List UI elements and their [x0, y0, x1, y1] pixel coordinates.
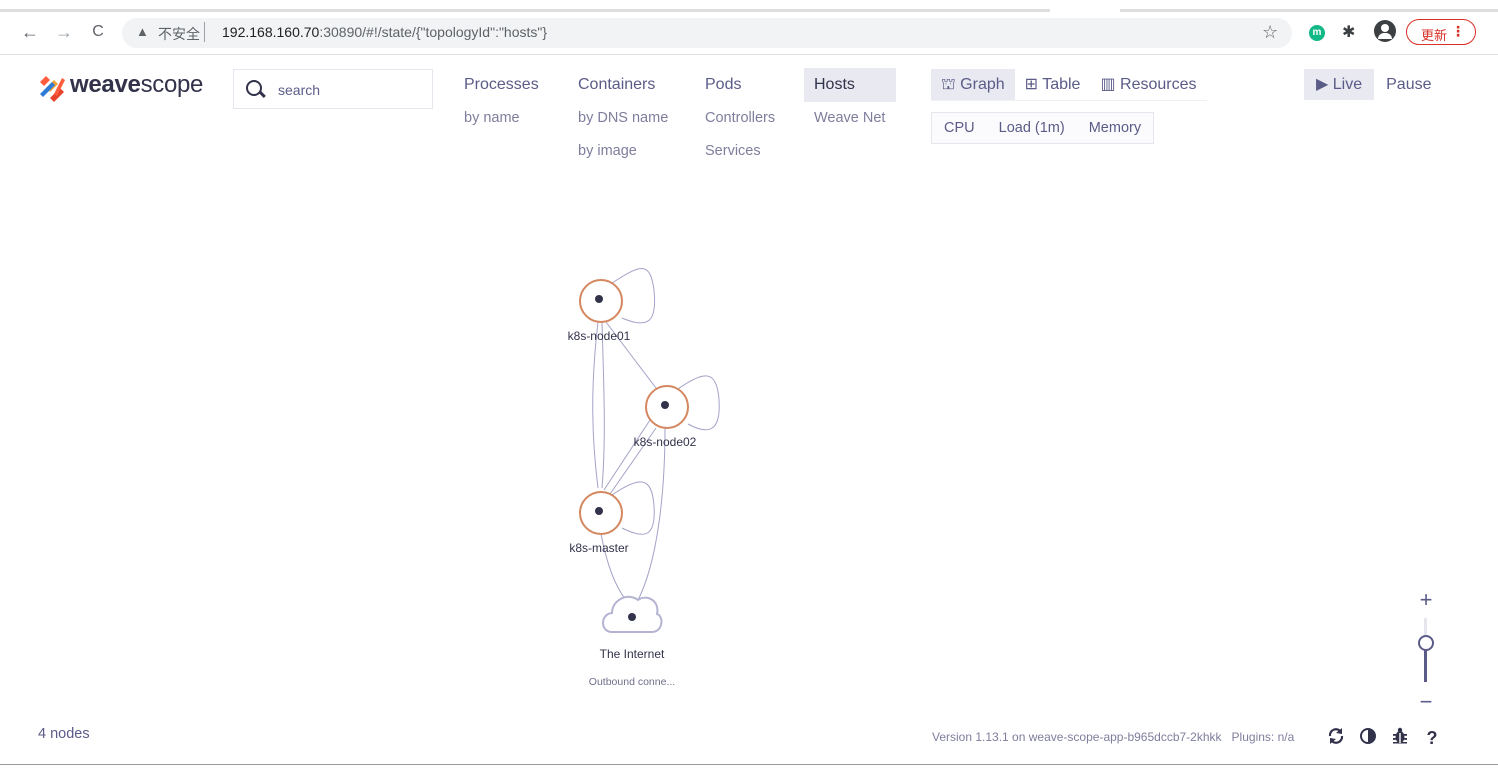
tab-pods[interactable]: Pods: [695, 68, 785, 102]
node-sublabel-the-internet: Outbound conne...: [588, 676, 676, 688]
weavescope-logo: weavescope: [38, 70, 218, 102]
view-mode-table-label: Table: [1042, 76, 1081, 93]
logo-text-bold: weave: [70, 71, 141, 98]
node-label-k8s-node01: k8s-node01: [567, 329, 631, 343]
update-label: 更新: [1421, 28, 1448, 43]
extensions-puzzle-icon[interactable]: ✱: [1342, 22, 1355, 42]
extension-m-icon[interactable]: m: [1309, 25, 1325, 41]
url-host: 192.168.160.70: [222, 24, 320, 40]
tab-processes[interactable]: Processes: [454, 68, 549, 102]
node-k8s-master[interactable]: [572, 484, 632, 544]
footer-tools: ?: [1325, 727, 1443, 749]
logo-text-light: scope: [140, 71, 204, 98]
zoom-slider-thumb[interactable]: [1418, 635, 1434, 651]
metric-selector: CPU Load (1m) Memory: [931, 112, 1155, 144]
back-arrow-icon[interactable]: ←: [18, 20, 42, 44]
view-mode-resources-label: Resources: [1120, 76, 1197, 93]
refresh-icon[interactable]: [1325, 727, 1347, 749]
node-k8s-node01[interactable]: [572, 272, 632, 332]
insecure-label: 不安全: [158, 26, 200, 42]
edge-node02-internet: [635, 427, 666, 605]
search-box[interactable]: [233, 69, 433, 109]
node-dot: [628, 613, 636, 621]
warning-icon: ▲: [136, 24, 149, 39]
node-dot: [595, 295, 603, 303]
edge-node01-master-a: [592, 321, 599, 489]
edge-node01-master-b: [601, 321, 605, 489]
node-dot: [661, 401, 669, 409]
view-mode-table-button[interactable]: ⊞ Table: [1015, 69, 1091, 100]
footer-version: Version 1.13.1 on weave-scope-app-b965dc…: [932, 730, 1294, 744]
address-separator: [204, 22, 205, 42]
topology-containers: Containers by DNS name by image: [568, 68, 678, 168]
node-count: 4 nodes: [38, 726, 90, 742]
zoom-in-button[interactable]: +: [1416, 588, 1436, 612]
bug-icon[interactable]: [1389, 727, 1411, 749]
node-label-k8s-master: k8s-master: [569, 541, 629, 555]
contrast-icon[interactable]: [1357, 727, 1379, 749]
sub-tab-containers-by-image[interactable]: by image: [568, 135, 678, 168]
url-path: :30890/#!/state/{"topologyId":"hosts"}: [319, 24, 548, 40]
topology-hosts: Hosts Weave Net: [804, 68, 896, 135]
reload-icon[interactable]: C: [86, 20, 110, 44]
table-icon: ⊞: [1024, 76, 1039, 93]
menu-dots-icon: ⋮: [1451, 23, 1465, 39]
play-icon: ▶: [1316, 76, 1329, 93]
sub-tab-pods-services[interactable]: Services: [695, 135, 785, 168]
node-label-k8s-node02: k8s-node02: [633, 435, 697, 449]
tabstrip-divider: [0, 9, 1498, 12]
live-label: Live: [1332, 76, 1363, 93]
pause-button[interactable]: Pause: [1374, 69, 1443, 100]
sub-tab-containers-by-dns-name[interactable]: by DNS name: [568, 102, 678, 135]
update-button[interactable]: 更新 ⋮: [1406, 19, 1476, 45]
search-icon-handle: [259, 90, 266, 98]
tab-hosts[interactable]: Hosts: [804, 68, 896, 102]
live-pause-toggle: ▶ Live Pause: [1304, 69, 1444, 100]
weavescope-logo-icon: [40, 76, 65, 102]
node-the-internet[interactable]: [605, 590, 665, 650]
address-bar[interactable]: ▲ 不安全 192.168.160.70:30890/#!/state/{"to…: [122, 18, 1292, 48]
zoom-out-button[interactable]: −: [1416, 690, 1436, 714]
help-icon[interactable]: ?: [1421, 727, 1443, 749]
node-k8s-node02[interactable]: [638, 378, 698, 438]
node-dot: [595, 507, 603, 515]
node-label-the-internet: The Internet: [599, 647, 665, 661]
weavescope-wordmark: weavescope: [70, 71, 203, 99]
view-mode-resources-button[interactable]: ▥ Resources: [1090, 69, 1206, 100]
view-mode-graph-label: Graph: [960, 76, 1005, 93]
graph-icon: ⛫: [941, 76, 956, 93]
metric-memory-button[interactable]: Memory: [1077, 113, 1153, 143]
url-text[interactable]: 192.168.160.70:30890/#!/state/{"topology…: [222, 24, 547, 40]
topology-processes: Processes by name: [454, 68, 549, 135]
view-mode-graph-button[interactable]: ⛫ Graph: [931, 69, 1015, 100]
view-mode-selector: ⛫ Graph ⊞ Table ▥ Resources: [931, 69, 1207, 101]
version-text: Version 1.13.1 on weave-scope-app-b965dc…: [932, 730, 1222, 744]
bookmark-star-icon[interactable]: ☆: [1262, 22, 1278, 43]
tabstrip-gap: [1050, 8, 1120, 13]
search-input[interactable]: [276, 79, 425, 101]
metric-cpu-button[interactable]: CPU: [932, 113, 987, 143]
sub-tab-processes-by-name[interactable]: by name: [454, 102, 549, 135]
profile-avatar-icon[interactable]: [1374, 20, 1396, 42]
browser-toolbar: ← → C ▲ 不安全 192.168.160.70:30890/#!/stat…: [0, 0, 1498, 55]
live-button[interactable]: ▶ Live: [1304, 69, 1375, 100]
forward-arrow-icon[interactable]: →: [52, 20, 76, 44]
resources-icon: ▥: [1100, 76, 1116, 93]
plugins-text: Plugins: n/a: [1231, 730, 1295, 744]
metric-load-button[interactable]: Load (1m): [987, 113, 1077, 143]
bottom-border: [0, 764, 1498, 765]
sub-tab-hosts-weave-net[interactable]: Weave Net: [804, 102, 896, 135]
topology-pods: Pods Controllers Services: [695, 68, 785, 168]
sub-tab-pods-controllers[interactable]: Controllers: [695, 102, 785, 135]
tab-containers[interactable]: Containers: [568, 68, 678, 102]
